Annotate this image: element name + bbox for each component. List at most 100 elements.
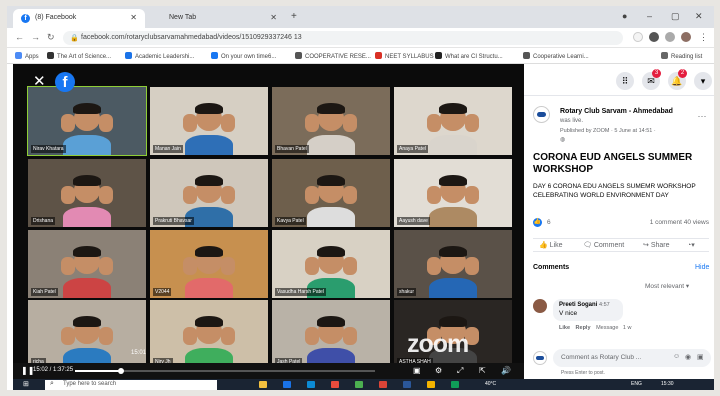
bookmark-apps[interactable]: Apps	[15, 52, 39, 60]
weather-text[interactable]: 40°C	[485, 381, 496, 387]
bookmark-item[interactable]: NEET SYLLABUS	[375, 52, 434, 60]
task-view-icon[interactable]	[283, 381, 291, 388]
settings-gear-icon[interactable]: ⚙	[435, 366, 442, 375]
comment-like-link[interactable]: Like	[559, 325, 570, 331]
like-reaction-icon[interactable]: 👍	[533, 218, 542, 227]
edge-icon[interactable]	[307, 381, 315, 388]
share-arrow-icon: ↪	[643, 242, 651, 249]
file-explorer-icon[interactable]	[259, 381, 267, 388]
participant-tile: richa	[28, 300, 146, 368]
comment-sort-dropdown[interactable]: Most relevant ▾	[645, 282, 689, 290]
menu-dots-icon[interactable]: ⋮	[699, 32, 709, 42]
chrome-icon[interactable]	[379, 381, 387, 388]
lock-icon: 🔒	[70, 35, 79, 42]
address-bar: ← → ↻ 🔒 facebook.com/rotaryclubsarvamahm…	[7, 28, 714, 48]
post-options-icon[interactable]: ···	[693, 108, 711, 126]
tab-new-tab[interactable]: New Tab ✕	[147, 9, 285, 28]
bookmark-item[interactable]: Academic Leadershi...	[125, 52, 194, 60]
star-icon[interactable]	[633, 32, 643, 42]
comment-reply-link[interactable]: Reply	[576, 325, 591, 331]
bookmark-favicon-icon	[435, 52, 442, 59]
emoji-icon[interactable]: ☺	[673, 353, 680, 360]
participant-arm	[98, 114, 113, 132]
new-tab-button[interactable]: +	[291, 11, 297, 22]
comments-heading: Comments	[533, 264, 570, 271]
participant-arm	[342, 327, 357, 345]
bookmark-item[interactable]: The Art of Science...	[47, 52, 111, 60]
comment-author[interactable]: Preeti Sogani	[559, 302, 597, 308]
extension-icon[interactable]	[649, 32, 659, 42]
participant-hair	[316, 246, 346, 258]
share-button[interactable]: ↪ Share	[643, 241, 670, 249]
app-icon[interactable]	[355, 381, 363, 388]
audience-selector-icon[interactable]: ◔▾	[687, 241, 695, 249]
video-player[interactable]: Nirav Khatara Manan Jain Bhavan Patel Anaya…	[13, 64, 524, 379]
close-tab-icon[interactable]: ✕	[270, 13, 277, 22]
participant-body	[185, 134, 233, 155]
camera-icon[interactable]: ◉	[685, 353, 691, 361]
expand-icon[interactable]: ⇱	[479, 366, 486, 375]
participant-tile: Aayush dave	[394, 159, 512, 227]
maximize-icon[interactable]: ▢	[671, 11, 680, 22]
comment-button[interactable]: 🗨 Comment	[583, 241, 624, 249]
bookmark-item[interactable]: What are CI Structu...	[435, 52, 503, 60]
back-icon[interactable]: ←	[15, 32, 24, 42]
account-chevron-icon[interactable]: ▾	[694, 72, 712, 90]
app-icon[interactable]	[427, 381, 435, 388]
post-actions: 👍 Like 🗨 Comment ↪ Share ◔▾	[533, 238, 709, 252]
tab-bar: f (8) Facebook ✕ New Tab ✕ + ● – ▢ ✕	[7, 6, 714, 28]
like-button[interactable]: 👍 Like	[539, 241, 563, 249]
bookmark-favicon-icon	[523, 52, 530, 59]
reload-icon[interactable]: ↻	[47, 32, 55, 43]
avatar[interactable]	[533, 351, 547, 365]
close-icon[interactable]: ✕	[33, 74, 46, 89]
app-icon[interactable]	[451, 381, 459, 388]
menu-grid-icon[interactable]: ⠿	[616, 72, 634, 90]
page-avatar[interactable]	[533, 106, 550, 123]
comment-actions: Like Reply Message 1 w	[559, 325, 631, 331]
volume-icon[interactable]: 🔊	[501, 366, 511, 375]
taskbar-search-input[interactable]: ⌕ Type here to search	[45, 380, 217, 390]
enter-hint: Press Enter to post.	[561, 370, 605, 376]
participant-body	[429, 134, 477, 155]
progress-knob[interactable]	[117, 368, 124, 374]
reading-list[interactable]: Reading list	[661, 52, 702, 60]
forward-icon[interactable]: →	[31, 32, 40, 42]
url-field[interactable]: 🔒 facebook.com/rotaryclubsarvamahmedabad…	[63, 31, 623, 45]
participant-tile: Nirav Khatara	[27, 86, 147, 156]
app-icon[interactable]	[331, 381, 339, 388]
tab-facebook[interactable]: f (8) Facebook ✕	[13, 9, 145, 28]
clock[interactable]: 15:30	[661, 381, 674, 387]
word-icon[interactable]	[403, 381, 411, 388]
bookmark-item[interactable]: COOPERATIVE RESE...	[295, 52, 371, 60]
bookmark-item[interactable]: Cooperative Learni...	[523, 52, 589, 60]
close-window-icon[interactable]: ✕	[695, 11, 703, 22]
captions-icon[interactable]: ▣	[413, 366, 421, 375]
bookmark-item[interactable]: On your own time6...	[211, 52, 276, 60]
avatar[interactable]	[533, 299, 547, 313]
avatar[interactable]	[681, 32, 691, 42]
fullscreen-icon[interactable]: ⤢	[457, 366, 463, 376]
comment-input[interactable]: Comment as Rotary Club ... ☺ ◉ ▣	[553, 349, 711, 367]
participant-name: V2044	[153, 288, 172, 296]
close-tab-icon[interactable]: ✕	[130, 13, 137, 22]
windows-start-icon[interactable]: ⊞	[23, 380, 29, 388]
puzzle-icon[interactable]	[665, 32, 675, 42]
participant-arm	[98, 327, 113, 345]
comment-message-link[interactable]: Message	[596, 325, 618, 331]
bookmark-favicon-icon	[211, 52, 218, 59]
page-name-link[interactable]: Rotary Club Sarvam - Ahmedabad	[560, 108, 673, 115]
language-indicator[interactable]: ENG	[631, 381, 642, 387]
reaction-count[interactable]: 6	[547, 219, 551, 226]
comment-view-stats[interactable]: 1 comment 40 views	[650, 219, 709, 226]
tab-title: New Tab	[169, 14, 197, 21]
progress-bar[interactable]	[75, 368, 375, 374]
facebook-logo-icon[interactable]: f	[55, 72, 75, 92]
participant-hair	[194, 103, 224, 115]
post-description: DAY 6 CORONA EDU ANGELS SUMEMR WORKSHOP …	[533, 183, 696, 199]
post-sidebar: ⠿ ✉ 3 🔔 2 ▾ Rotary Club Sarvam - Ahmedab…	[524, 64, 714, 379]
profile-dot-icon[interactable]: ●	[622, 11, 627, 21]
minimize-icon[interactable]: –	[647, 11, 652, 21]
hide-comments-link[interactable]: Hide	[695, 264, 709, 271]
gif-icon[interactable]: ▣	[697, 353, 704, 361]
